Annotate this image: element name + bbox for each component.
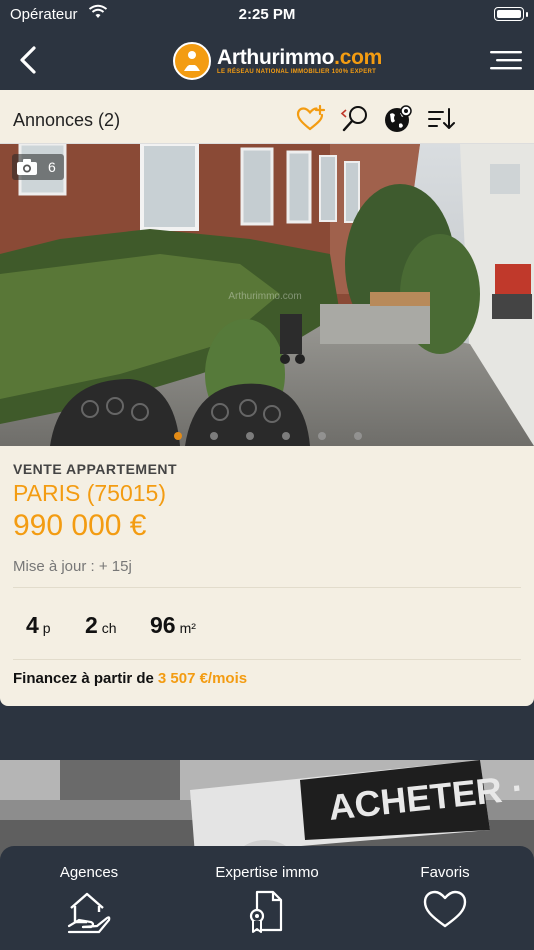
clock: 2:25 PM — [238, 6, 296, 23]
divider — [13, 587, 521, 588]
property-city: PARIS (75015) — [13, 480, 166, 506]
tab-favoris[interactable]: Favoris — [356, 846, 534, 950]
financing-info: Financez à partir de 3 507 €/mois — [13, 670, 248, 687]
listings-count-title: Annonces (2) — [13, 110, 121, 130]
agency-house-icon — [67, 892, 111, 934]
rooms-count: 4p — [26, 612, 51, 638]
tab-expertise-immo[interactable]: Expertise immo — [178, 846, 356, 950]
certificate-document-icon — [249, 890, 283, 933]
listing-photo[interactable]: Arthurimmo.com 6 — [0, 144, 534, 446]
bottom-tab-bar: Agences Expertise immo Favoris — [0, 846, 534, 950]
surface-area: 96 m² — [150, 612, 196, 638]
logo-tagline: LE RÉSEAU NATIONAL IMMOBILIER 100% EXPER… — [217, 69, 377, 75]
tab-agences-label: Agences — [59, 864, 119, 881]
terrace-photo-image: Arthurimmo.com — [0, 144, 534, 446]
property-type: VENTE APPARTEMENT — [13, 461, 178, 477]
listing-card[interactable]: VENTE APPARTEMENT PARIS (75015) 990 000 … — [0, 446, 534, 706]
carousel-dot[interactable] — [354, 432, 362, 440]
battery-nub — [526, 12, 528, 17]
carousel-dot[interactable] — [282, 432, 290, 440]
bedrooms-count: 2 ch — [85, 612, 117, 638]
svg-text:Arthurimmo.com: Arthurimmo.com — [228, 291, 301, 302]
status-bar: Opérateur 2:25 PM — [0, 0, 534, 30]
carousel-dot[interactable] — [246, 432, 254, 440]
battery-icon — [494, 7, 524, 21]
back-chevron-icon[interactable] — [14, 44, 44, 76]
property-price: 990 000 € — [13, 509, 147, 542]
search-icon[interactable] — [340, 104, 370, 134]
photo-count-value: 6 — [48, 159, 56, 175]
carousel-dot[interactable] — [318, 432, 326, 440]
logo-badge-icon — [173, 42, 211, 80]
carousel-dot[interactable] — [210, 432, 218, 440]
hamburger-menu-icon[interactable] — [490, 48, 522, 72]
sort-icon[interactable] — [427, 104, 457, 134]
logo-wordmark: Arthurimmo.com — [217, 46, 382, 69]
last-updated: Mise à jour : + 15j — [13, 558, 132, 575]
listing-toolbar: Annonces (2) — [0, 90, 534, 144]
tab-favoris-label: Favoris — [420, 864, 470, 881]
favorite-add-icon[interactable] — [296, 104, 326, 134]
arthurimmo-logo[interactable]: Arthurimmo.com LE RÉSEAU NATIONAL IMMOBI… — [173, 42, 382, 80]
tab-agences[interactable]: Agences — [0, 846, 178, 950]
heart-icon — [423, 890, 467, 928]
camera-icon — [17, 159, 37, 175]
divider — [13, 659, 521, 660]
map-location-icon[interactable] — [383, 104, 413, 134]
tab-expertise-label: Expertise immo — [215, 864, 319, 881]
financing-amount: 3 507 €/mois — [157, 670, 248, 687]
carousel-dot[interactable] — [174, 432, 182, 440]
photo-count-badge[interactable]: 6 — [12, 154, 64, 180]
navbar: Arthurimmo.com LE RÉSEAU NATIONAL IMMOBI… — [0, 30, 534, 90]
photo-carousel-dots[interactable] — [0, 432, 534, 442]
